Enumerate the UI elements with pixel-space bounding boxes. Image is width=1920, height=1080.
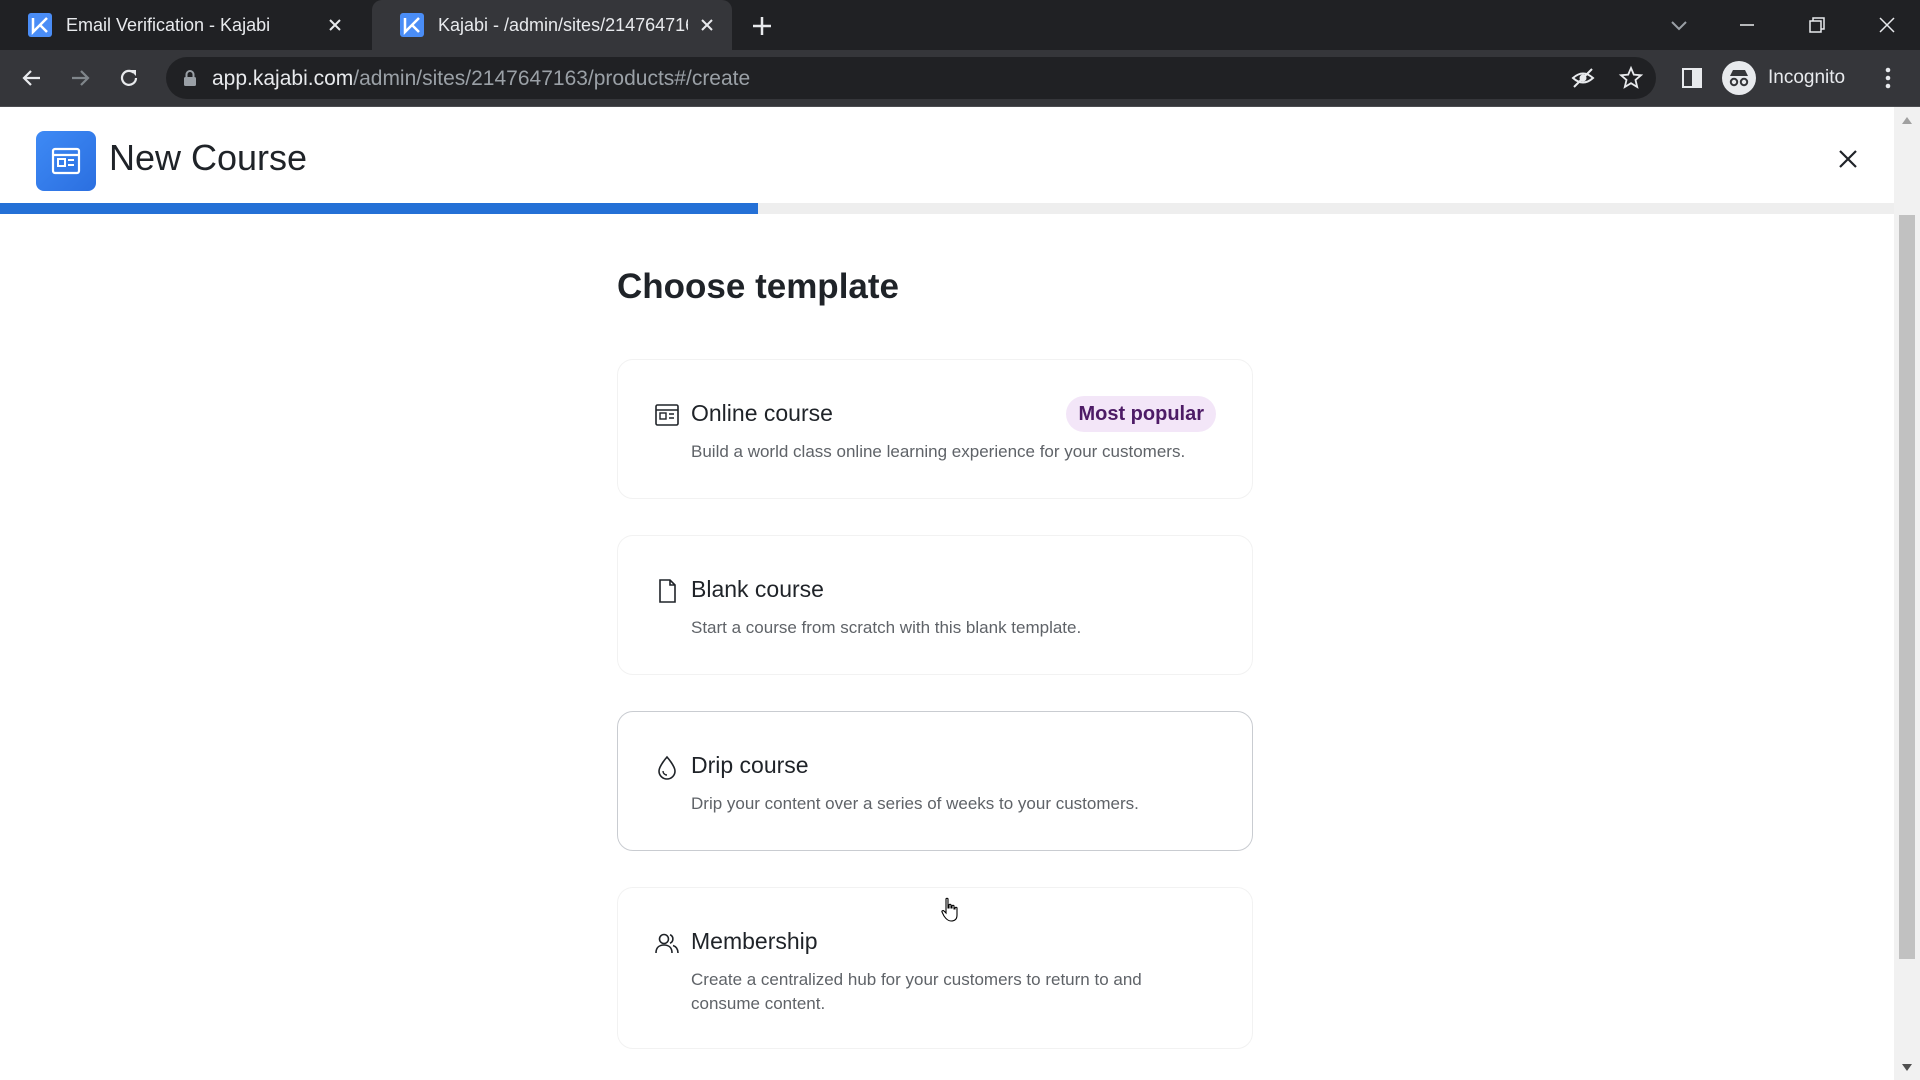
browser-tab-email-verification[interactable]: Email Verification - Kajabi — [0, 0, 360, 50]
incognito-label: Incognito — [1768, 67, 1846, 88]
back-arrow-icon[interactable] — [18, 64, 46, 92]
url-host: app.kajabi.com — [212, 67, 354, 90]
template-description: Start a course from scratch with this bl… — [691, 618, 1082, 637]
template-card-online-course[interactable]: Online course Most popular Build a world… — [617, 359, 1253, 499]
blank-document-icon — [659, 579, 676, 603]
course-layout-icon — [655, 404, 679, 426]
address-bar[interactable]: app.kajabi.com/admin/sites/2147647163/pr… — [166, 57, 1656, 99]
close-window-icon[interactable] — [1872, 10, 1902, 40]
url-path: /admin/sites/2147647163/products#/create — [353, 67, 751, 90]
lock-icon[interactable] — [180, 68, 200, 88]
url-text[interactable]: app.kajabi.com/admin/sites/2147647163/pr… — [212, 67, 750, 91]
users-icon — [655, 933, 679, 954]
progress-bar-fill — [0, 203, 758, 214]
minimize-icon[interactable] — [1732, 10, 1762, 40]
kajabi-favicon-icon — [400, 13, 424, 37]
incognito-icon — [1722, 61, 1756, 95]
template-card-membership[interactable]: Membership Create a centralized hub for … — [617, 887, 1253, 1049]
restore-window-icon[interactable] — [1802, 10, 1832, 40]
close-tab-icon[interactable] — [324, 14, 346, 36]
most-popular-badge: Most popular — [1066, 396, 1216, 432]
template-title: Membership — [691, 928, 818, 954]
progress-bar — [0, 203, 1894, 214]
tab-search-chevron-icon[interactable] — [1664, 10, 1694, 40]
close-icon[interactable] — [1836, 147, 1860, 171]
reload-icon[interactable] — [115, 64, 143, 92]
browser-toolbar: app.kajabi.com/admin/sites/2147647163/pr… — [0, 50, 1920, 107]
forward-arrow-icon[interactable] — [66, 64, 94, 92]
course-icon — [36, 131, 96, 191]
droplet-icon — [658, 755, 676, 780]
course-layout-icon — [51, 147, 81, 175]
page-header: New Course — [0, 107, 1894, 203]
kajabi-favicon-icon — [28, 13, 52, 37]
scrollbar-thumb[interactable] — [1899, 215, 1915, 959]
side-panel-icon[interactable] — [1678, 64, 1706, 92]
tab-title: Kajabi - /admin/sites/2147647163 — [438, 14, 688, 35]
browser-tab-bar: Email Verification - Kajabi Kajabi - /ad… — [0, 0, 1920, 50]
close-tab-icon[interactable] — [696, 14, 718, 36]
eye-slash-icon[interactable] — [1570, 65, 1596, 91]
template-card-drip-course[interactable]: Drip course Drip your content over a ser… — [617, 711, 1253, 851]
new-tab-plus-icon[interactable] — [748, 12, 776, 40]
section-heading: Choose template — [617, 267, 899, 306]
browser-menu-icon[interactable] — [1874, 64, 1902, 92]
incognito-profile[interactable]: Incognito — [1722, 57, 1845, 99]
page-content: New Course Choose template Online course… — [0, 107, 1920, 1080]
template-title: Online course — [691, 400, 833, 426]
template-title: Blank course — [691, 576, 824, 602]
scroll-down-arrow-icon[interactable] — [1901, 1063, 1913, 1073]
template-description: Drip your content over a series of weeks… — [691, 794, 1139, 813]
scroll-up-arrow-icon[interactable] — [1901, 115, 1913, 125]
template-title: Drip course — [691, 752, 809, 778]
bookmark-star-icon[interactable] — [1618, 65, 1644, 91]
page-title: New Course — [109, 137, 308, 178]
browser-tab-kajabi-admin[interactable]: Kajabi - /admin/sites/2147647163 — [372, 0, 732, 50]
template-description: Create a centralized hub for your custom… — [691, 970, 1142, 1013]
hand-cursor-icon — [941, 897, 958, 922]
page-scrollbar[interactable] — [1894, 107, 1920, 1080]
template-description: Build a world class online learning expe… — [691, 442, 1186, 461]
template-card-blank-course[interactable]: Blank course Start a course from scratch… — [617, 535, 1253, 675]
tab-title: Email Verification - Kajabi — [66, 14, 271, 35]
